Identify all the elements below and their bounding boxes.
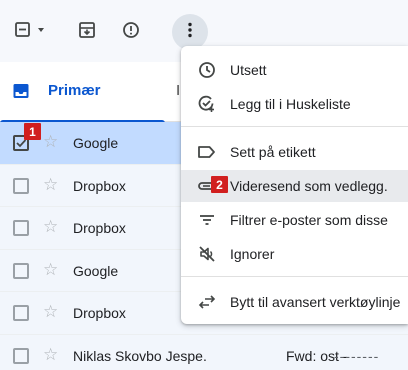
mute-icon (197, 245, 217, 263)
table-row[interactable]: ☆ Niklas Skovbo Jespe. Fwd: ost - ------… (0, 334, 408, 370)
menu-item-label: Utsett (230, 62, 267, 78)
row-checkbox[interactable] (13, 220, 29, 236)
tab-primary-label: Primær (48, 82, 101, 99)
email-snippet: -------- (334, 347, 380, 364)
menu-item-label: Bytt til avansert verktøylinje (230, 294, 401, 310)
archive-icon (78, 21, 96, 44)
row-checkbox[interactable] (13, 177, 29, 194)
step-badge-2: 2 (211, 176, 228, 193)
menu-item-label: Legg til i Huskeliste (230, 96, 351, 112)
star-icon[interactable]: ☆ (43, 175, 58, 194)
star-icon[interactable]: ☆ (43, 345, 58, 364)
email-sender: Dropbox (73, 305, 126, 321)
row-checkbox[interactable] (13, 262, 29, 279)
menu-item-add-task[interactable]: Legg til i Huskeliste (181, 88, 408, 120)
row-checkbox[interactable] (13, 305, 29, 321)
more-options-button[interactable] (172, 14, 208, 50)
email-sender: Niklas Skovbo Jespe. (73, 347, 207, 364)
select-dropdown-button[interactable] (10, 18, 50, 46)
star-icon[interactable]: ☆ (43, 303, 58, 321)
menu-item-label-as[interactable]: Sett på etikett (181, 136, 408, 168)
archive-button[interactable] (73, 18, 101, 46)
menu-item-label: Videresend som vedlegg. (230, 178, 388, 194)
row-checkbox[interactable] (13, 347, 29, 364)
menu-item-snooze[interactable]: Utsett (181, 54, 408, 86)
filter-icon (197, 211, 217, 229)
menu-divider (181, 126, 408, 127)
inbox-icon (12, 82, 30, 105)
more-vert-icon (187, 22, 193, 43)
checkbox-indeterminate-icon (14, 21, 46, 44)
menu-divider (181, 276, 408, 277)
menu-item-switch-toolbar[interactable]: Bytt til avansert verktøylinje (181, 286, 408, 318)
report-spam-button[interactable] (117, 18, 145, 46)
tab-primary[interactable]: Primær (0, 62, 180, 123)
menu-item-label: Filtrer e-poster som disse (230, 212, 388, 228)
menu-item-mute[interactable]: Ignorer (181, 238, 408, 270)
email-sender: Google (73, 262, 119, 279)
menu-item-label: Ignorer (230, 246, 275, 262)
add-task-icon (197, 95, 217, 113)
email-sender: Dropbox (73, 177, 126, 194)
star-icon[interactable]: ☆ (43, 133, 58, 151)
label-icon (197, 143, 217, 161)
clock-icon (197, 61, 217, 79)
star-icon[interactable]: ☆ (43, 218, 58, 236)
email-sender: Dropbox (73, 220, 126, 236)
menu-item-label: Sett på etikett (230, 144, 316, 160)
swap-icon (197, 293, 217, 311)
star-icon[interactable]: ☆ (43, 260, 58, 279)
tab-next-label[interactable]: I (176, 82, 180, 99)
step-badge-1: 1 (24, 123, 41, 140)
menu-item-filter[interactable]: Filtrer e-poster som disse (181, 204, 408, 236)
email-sender: Google (73, 135, 119, 151)
report-spam-icon (122, 21, 140, 44)
